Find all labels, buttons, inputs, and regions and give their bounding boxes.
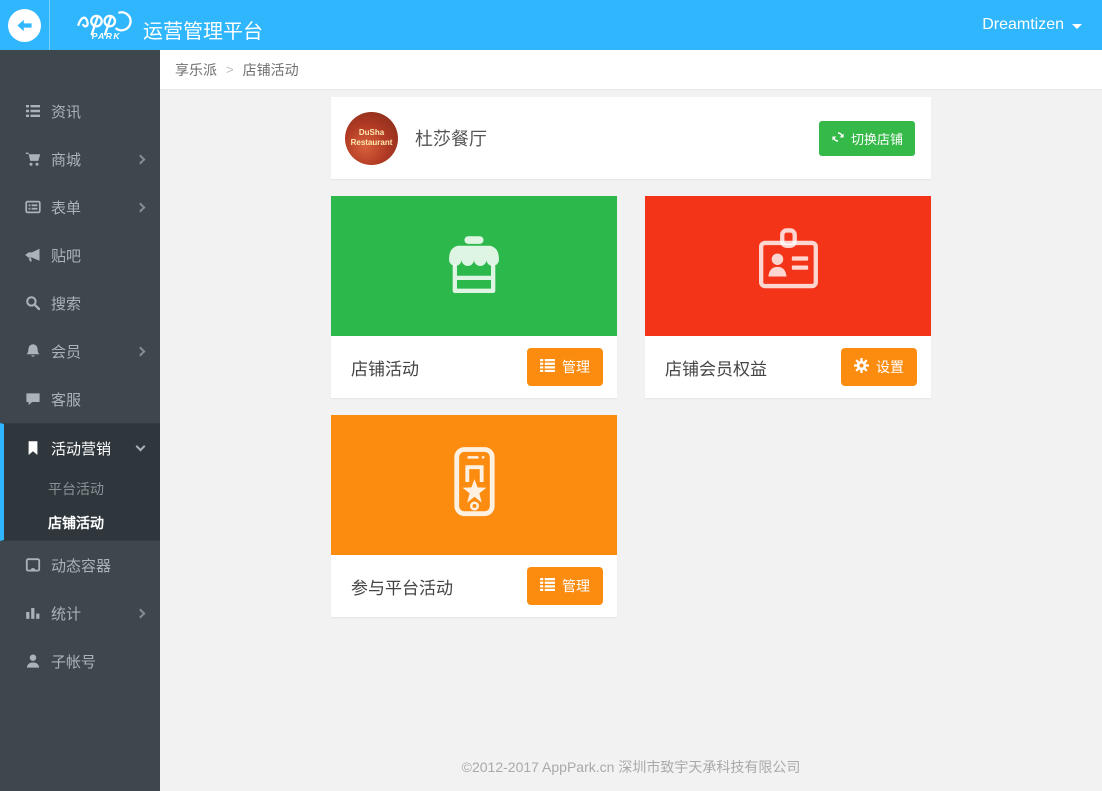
card-title: 店铺活动 (351, 359, 419, 379)
breadcrumb-item-app[interactable]: 享乐派 (175, 60, 217, 80)
id-card-icon (742, 218, 834, 315)
card-banner (331, 415, 617, 555)
comment-icon (24, 391, 42, 407)
list-icon (540, 359, 555, 375)
sidebar-item-marketing[interactable]: 活动营销 (4, 424, 160, 472)
sidebar: 资讯 商城 表单 贴吧 搜索 会员 客服 活动营销 平台活动 店铺活动 动态容器… (0, 50, 160, 791)
card-banner (645, 196, 931, 336)
sidebar-item-search[interactable]: 搜索 (0, 279, 160, 327)
store-avatar: DuSha Restaurant (345, 111, 398, 165)
card-title: 店铺会员权益 (665, 359, 767, 379)
bell-icon (24, 343, 42, 359)
sidebar-item-label: 活动营销 (51, 440, 112, 458)
chart-icon (24, 605, 42, 621)
main-area: 享乐派 > 店铺活动 DuSha Restaurant 杜莎餐厅 切换店铺 店铺… (160, 50, 1102, 791)
sidebar-item-label: 客服 (51, 391, 82, 409)
switch-store-label: 切换店铺 (850, 131, 903, 147)
sidebar-item-subaccounts[interactable]: 子帐号 (0, 637, 160, 685)
container-icon (24, 557, 42, 573)
manage-button-label: 管理 (562, 359, 590, 375)
sidebar-subitem-store-activities[interactable]: 店铺活动 (4, 506, 160, 540)
storefront-icon (428, 218, 520, 315)
gear-icon (854, 358, 869, 376)
card-footer: 参与平台活动 管理 (331, 555, 617, 617)
chevron-right-icon (135, 608, 146, 618)
sidebar-item-label: 动态容器 (51, 557, 112, 575)
bookmark-icon (24, 440, 42, 456)
sidebar-item-label: 表单 (51, 199, 82, 217)
store-header-card: DuSha Restaurant 杜莎餐厅 切换店铺 (331, 97, 931, 179)
settings-button[interactable]: 设置 (841, 348, 917, 386)
chevron-right-icon (135, 202, 146, 212)
card-title: 参与平台活动 (351, 578, 453, 598)
list-icon (540, 578, 555, 594)
footer-copyright: ©2012-2017 AppPark.cn 深圳市致宇天承科技有限公司 (461, 759, 801, 775)
list-icon (24, 103, 42, 119)
switch-store-button[interactable]: 切换店铺 (818, 120, 915, 156)
content: DuSha Restaurant 杜莎餐厅 切换店铺 店铺活动 管理 店铺会员权… (331, 97, 931, 617)
avatar-text-line2: Restaurant (350, 138, 393, 147)
sidebar-item-members[interactable]: 会员 (0, 327, 160, 375)
sidebar-item-forum[interactable]: 贴吧 (0, 231, 160, 279)
card-member-benefits: 店铺会员权益 设置 (645, 196, 931, 398)
form-icon (24, 199, 42, 215)
sidebar-item-mall[interactable]: 商城 (0, 135, 160, 183)
chevron-right-icon (135, 346, 146, 356)
manage-button[interactable]: 管理 (527, 567, 603, 605)
card-join-platform-activities: 参与平台活动 管理 (331, 415, 617, 617)
sidebar-group-marketing: 活动营销 平台活动 店铺活动 (0, 423, 160, 541)
sidebar-subitem-platform-activities[interactable]: 平台活动 (4, 472, 160, 506)
feature-grid: 店铺活动 管理 店铺会员权益 设置 参与平台活动 管理 (331, 196, 931, 617)
sidebar-item-label: 搜索 (51, 295, 82, 313)
sidebar-item-dynamic-container[interactable]: 动态容器 (0, 541, 160, 589)
sidebar-item-label: 会员 (51, 343, 82, 361)
svg-text:PARK: PARK (92, 31, 121, 41)
sidebar-item-label: 统计 (51, 605, 82, 623)
card-banner (331, 196, 617, 336)
sidebar-item-news[interactable]: 资讯 (0, 87, 160, 135)
cart-icon (24, 151, 42, 167)
store-name: 杜莎餐厅 (415, 129, 487, 149)
chevron-down-icon (135, 441, 146, 451)
refresh-icon (831, 130, 845, 147)
manage-button[interactable]: 管理 (527, 348, 603, 386)
back-arrow-icon (8, 8, 41, 42)
phone-star-icon (428, 437, 520, 534)
sidebar-item-support[interactable]: 客服 (0, 375, 160, 423)
back-button[interactable] (0, 0, 50, 50)
sidebar-item-statistics[interactable]: 统计 (0, 589, 160, 637)
avatar-text-line1: DuSha (358, 128, 385, 138)
layout: 资讯 商城 表单 贴吧 搜索 会员 客服 活动营销 平台活动 店铺活动 动态容器… (0, 50, 1102, 791)
manage-button-label: 管理 (562, 578, 590, 594)
sidebar-item-label: 商城 (51, 151, 82, 169)
search-icon (24, 295, 42, 311)
settings-button-label: 设置 (876, 359, 904, 375)
user-menu-label: Dreamtizen (982, 16, 1064, 33)
sidebar-subitem-label: 平台活动 (48, 481, 104, 497)
top-header: PARK 运营管理平台 Dreamtizen (0, 0, 1102, 50)
breadcrumb: 享乐派 > 店铺活动 (160, 50, 1102, 90)
card-footer: 店铺活动 管理 (331, 336, 617, 398)
sidebar-item-label: 子帐号 (51, 653, 97, 671)
sidebar-subitem-label: 店铺活动 (48, 515, 104, 531)
apppark-logo-icon: PARK (74, 4, 136, 47)
card-footer: 店铺会员权益 设置 (645, 336, 931, 398)
breadcrumb-item-current: 店铺活动 (242, 61, 299, 78)
sidebar-item-forms[interactable]: 表单 (0, 183, 160, 231)
user-menu[interactable]: Dreamtizen (982, 16, 1082, 34)
page-title: 运营管理平台 (143, 20, 263, 43)
breadcrumb-separator: > (226, 62, 234, 77)
bullhorn-icon (24, 247, 42, 263)
sidebar-item-label: 贴吧 (51, 247, 82, 265)
brand: PARK 运营管理平台 (74, 4, 263, 47)
user-icon (24, 653, 42, 669)
card-store-activities: 店铺活动 管理 (331, 196, 617, 398)
chevron-right-icon (135, 154, 146, 164)
caret-down-icon (1072, 24, 1082, 29)
sidebar-item-label: 资讯 (51, 103, 82, 121)
